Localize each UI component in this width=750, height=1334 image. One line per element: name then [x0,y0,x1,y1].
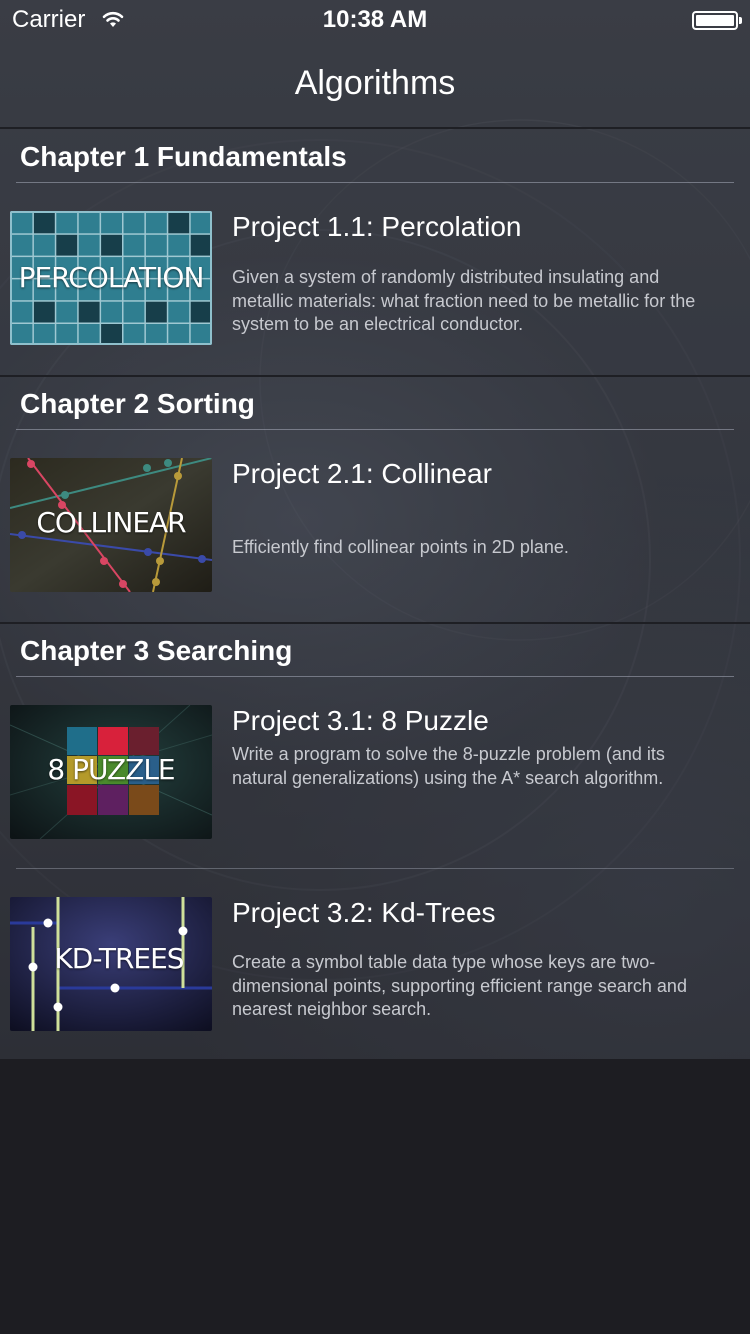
chapter-title: Chapter 3 Searching [20,635,293,666]
chapter-header: Chapter 2 Sorting [0,377,750,430]
battery-icon [692,11,742,30]
project-title: Project 2.1: Collinear [232,458,492,489]
chapter-section: Chapter 2 Sorting COLLINEAR Project 2.1:… [0,377,750,624]
project-row-8-puzzle[interactable]: 8 PUZZLE Project 3.1: 8 Puzzle Write a p… [0,677,750,869]
project-row-kd-trees[interactable]: KD-TREES Project 3.2: Kd-Trees Create a … [0,869,750,1061]
project-description: Efficiently find collinear points in 2D … [232,537,569,557]
collinear-thumbnail: COLLINEAR [10,458,212,592]
8-puzzle-thumbnail: 8 PUZZLE [10,705,212,839]
project-title: Project 1.1: Percolation [232,211,522,242]
project-title: Project 3.2: Kd-Trees [232,897,496,928]
chapter-list: Chapter 1 Fundamentals PERCOLATION Proje… [0,130,750,1063]
kd-trees-thumbnail: KD-TREES [10,897,212,1031]
project-description: Create a symbol table data type whose ke… [232,952,687,1019]
project-title: Project 3.1: 8 Puzzle [232,705,489,736]
page-title: Algorithms [294,64,456,102]
navigation-bar: Algorithms [0,40,750,129]
empty-area [0,1059,750,1334]
project-description: Write a program to solve the 8-puzzle pr… [232,744,665,788]
project-row-collinear[interactable]: COLLINEAR Project 2.1: Collinear Efficie… [0,430,750,622]
percolation-thumbnail: PERCOLATION [10,211,212,345]
thumbnail-label: KD-TREES [54,942,184,975]
chapter-title: Chapter 2 Sorting [20,388,255,419]
chapter-title: Chapter 1 Fundamentals [20,141,347,172]
thumbnail-label: 8 PUZZLE [47,753,175,786]
chapter-header: Chapter 3 Searching [0,624,750,677]
chapter-section: Chapter 3 Searching 8 PUZZLE Project 3.1… [0,624,750,1063]
chapter-section: Chapter 1 Fundamentals PERCOLATION Proje… [0,130,750,377]
chapter-header: Chapter 1 Fundamentals [0,130,750,183]
status-time: 10:38 AM [322,6,428,33]
project-description: Given a system of randomly distributed i… [232,267,696,334]
project-row-percolation[interactable]: PERCOLATION Project 1.1: Percolation Giv… [0,183,750,375]
thumbnail-label: PERCOLATION [18,261,205,294]
status-bar: Carrier 10:38 AM [0,0,750,40]
thumbnail-label: COLLINEAR [36,506,186,539]
